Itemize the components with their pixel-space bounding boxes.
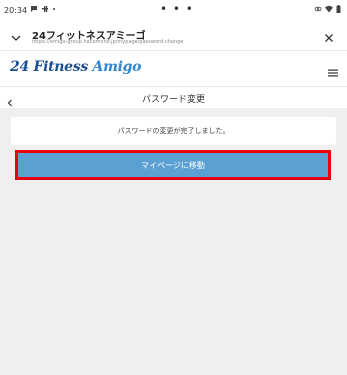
site-header: 24 Fitness Amigo: [0, 50, 347, 86]
hamburger-menu-icon[interactable]: [328, 63, 338, 77]
completion-message: パスワードの変更が完了しました。: [11, 117, 336, 145]
close-icon[interactable]: [323, 29, 335, 42]
logo-fitness: Fitness: [33, 59, 88, 75]
go-to-mypage-button[interactable]: マイページに移動: [15, 150, 331, 180]
browser-url: https://amigo-group.hacomono.jp/mypage/p…: [32, 39, 184, 45]
page-title: パスワード変更: [141, 95, 205, 105]
chevron-down-icon[interactable]: [10, 29, 22, 41]
status-bar: 20:34 • • •: [0, 0, 347, 22]
wifi-icon: [325, 5, 333, 15]
logo-number: 24: [10, 59, 29, 75]
status-time: 20:34: [4, 5, 28, 15]
status-left: 20:34: [4, 5, 56, 15]
site-logo[interactable]: 24 Fitness Amigo: [10, 59, 141, 75]
logo-amigo: Amigo: [92, 59, 142, 75]
battery-icon: [336, 5, 341, 15]
chat-bubble-icon: [30, 5, 38, 15]
slack-icon: [41, 5, 49, 15]
link-icon: [314, 5, 322, 15]
browser-bar: 24フィットネスアミーゴ https://amigo-group.hacomon…: [0, 22, 347, 50]
status-right: [314, 5, 341, 15]
dot-icon: [52, 5, 56, 15]
page-header: パスワード変更: [0, 86, 347, 108]
status-dots: • • •: [160, 2, 194, 16]
